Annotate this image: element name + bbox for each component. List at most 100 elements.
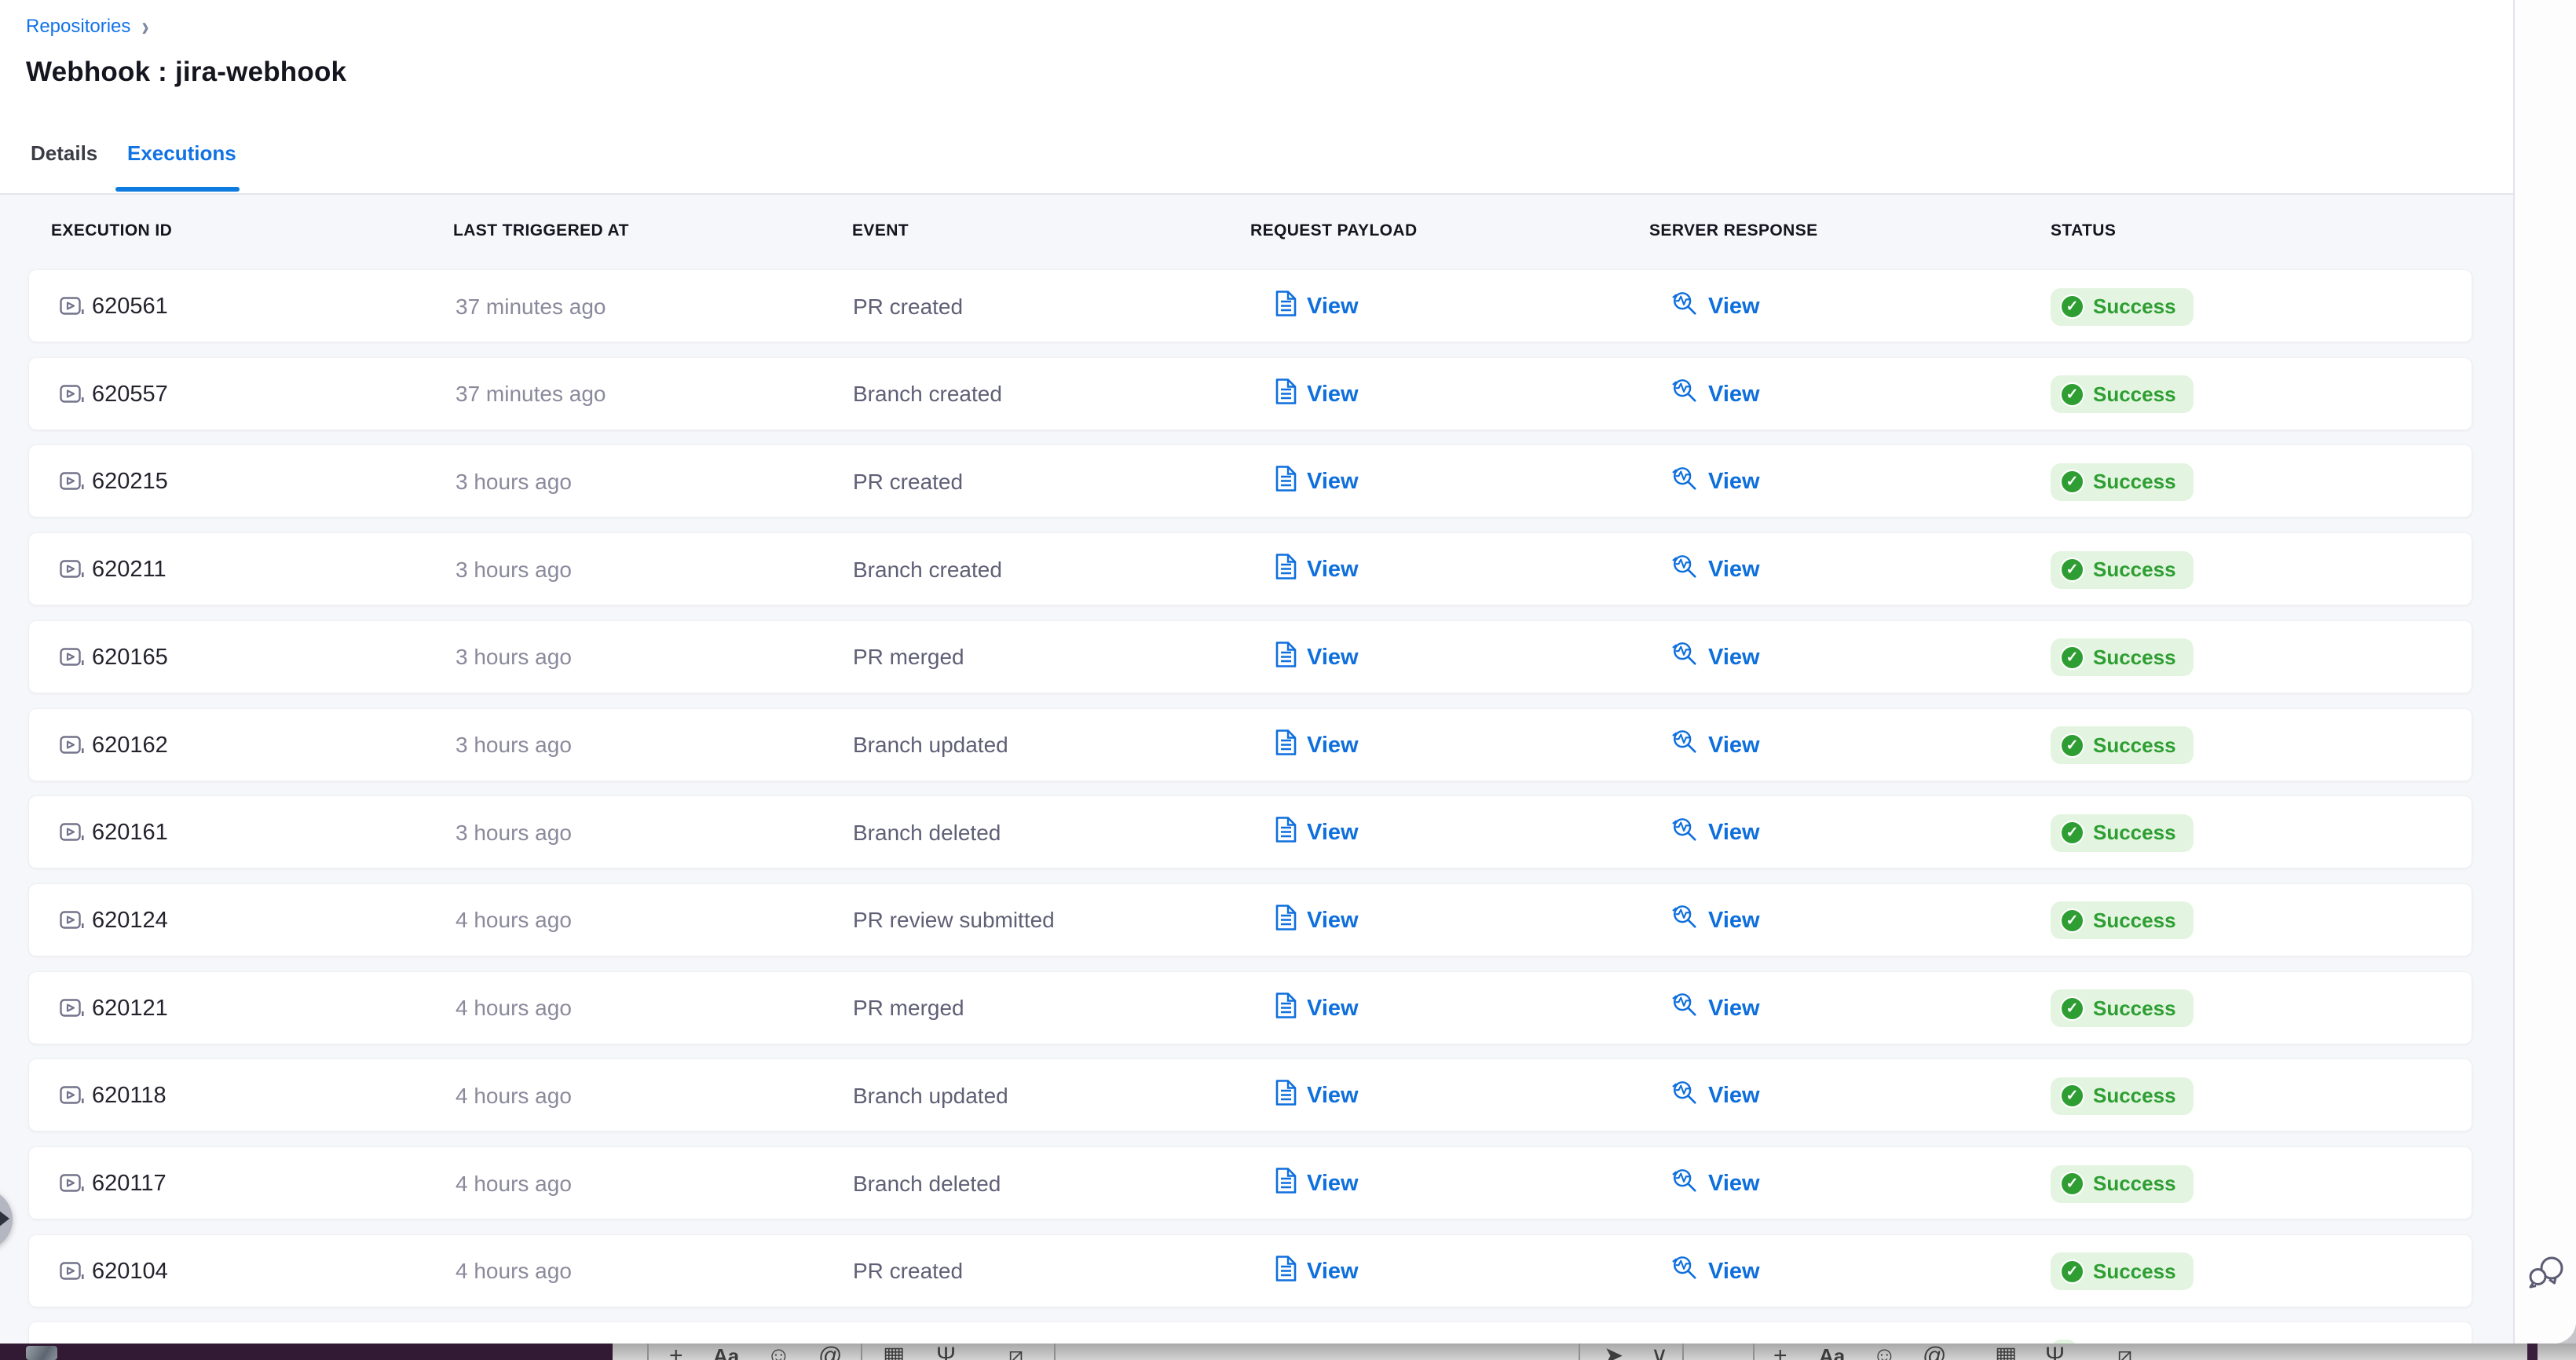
table-header-row: EXECUTION ID LAST TRIGGERED AT EVENT REQ… — [0, 195, 2513, 268]
last-triggered-at: 4 hours ago — [456, 1059, 572, 1132]
execution-icon — [60, 1235, 84, 1308]
document-icon — [1275, 1080, 1297, 1112]
page-header: Repositories › Webhook : jira-webhook De… — [0, 0, 2513, 193]
emoji-icon[interactable]: ☺ — [1872, 1344, 1897, 1360]
execution-id: 620124 — [92, 884, 168, 957]
send-icon[interactable]: ➤ — [1604, 1344, 1623, 1360]
view-label: View — [1708, 294, 1760, 320]
table-row: 620211 3 hours ago Branch created View V… — [28, 532, 2472, 605]
emoji-icon[interactable]: ☺ — [767, 1344, 791, 1360]
search-pulse-icon — [1671, 466, 1698, 499]
table-row-partial — [28, 1322, 2472, 1344]
view-label: View — [1307, 294, 1359, 320]
toolbar-divider — [1753, 1344, 1755, 1360]
search-pulse-icon — [1671, 641, 1698, 674]
execution-icon — [60, 972, 84, 1045]
code-icon[interactable]: ⧄ — [1008, 1344, 1023, 1360]
view-label: View — [1307, 382, 1359, 408]
view-label: View — [1307, 1083, 1359, 1109]
request-payload-view-link[interactable]: View — [1275, 445, 1359, 518]
request-payload-view-link[interactable]: View — [1275, 1147, 1359, 1220]
mention-icon[interactable]: @ — [818, 1344, 842, 1360]
app-window: Repositories › Webhook : jira-webhook De… — [0, 0, 2576, 1344]
right-rail — [2515, 0, 2576, 1344]
server-response-view-link[interactable]: View — [1671, 884, 1760, 957]
server-response-view-link[interactable]: View — [1671, 709, 1760, 782]
active-tab-underline — [115, 187, 240, 192]
check-icon: ✓ — [2060, 1259, 2084, 1284]
status-cell: ✓Success — [2051, 972, 2194, 1045]
image-icon[interactable]: ▦ — [1995, 1344, 2017, 1360]
plus-icon[interactable]: + — [669, 1344, 683, 1360]
mic-icon[interactable]: Ψ — [936, 1344, 956, 1360]
breadcrumb-repositories-link[interactable]: Repositories — [26, 16, 130, 38]
tab-executions[interactable]: Executions — [127, 141, 236, 166]
request-payload-view-link[interactable]: View — [1275, 796, 1359, 869]
view-label: View — [1307, 908, 1359, 934]
tab-details[interactable]: Details — [31, 141, 97, 166]
server-response-view-link[interactable]: View — [1671, 796, 1760, 869]
chevron-down-icon[interactable]: ∨ — [1651, 1344, 1668, 1360]
server-response-view-link[interactable]: View — [1671, 972, 1760, 1045]
check-icon: ✓ — [2060, 558, 2084, 582]
server-response-view-link[interactable]: View — [1671, 1235, 1760, 1308]
server-response-view-link[interactable]: View — [1671, 358, 1760, 431]
search-pulse-icon — [1671, 291, 1698, 324]
status-badge: ✓Success — [2051, 551, 2194, 589]
mic-icon[interactable]: Ψ — [2045, 1344, 2065, 1360]
request-payload-view-link[interactable]: View — [1275, 270, 1359, 343]
table-row: 620118 4 hours ago Branch updated View V… — [28, 1058, 2472, 1132]
server-response-view-link[interactable]: View — [1671, 533, 1760, 606]
view-label: View — [1708, 1083, 1760, 1109]
image-icon[interactable]: ▦ — [883, 1344, 905, 1360]
request-payload-view-link[interactable]: View — [1275, 1059, 1359, 1132]
col-execution-id: EXECUTION ID — [51, 221, 172, 240]
execution-id: 620121 — [92, 972, 168, 1045]
view-label: View — [1708, 469, 1760, 495]
document-icon — [1275, 554, 1297, 586]
request-payload-view-link[interactable]: View — [1275, 1235, 1359, 1308]
plus-icon[interactable]: + — [1773, 1344, 1787, 1360]
status-label: Success — [2093, 996, 2176, 1021]
server-response-view-link[interactable]: View — [1671, 1147, 1760, 1220]
event-label: Branch deleted — [853, 796, 1001, 869]
last-triggered-at: 3 hours ago — [456, 621, 572, 694]
col-last-triggered: LAST TRIGGERED AT — [453, 221, 629, 240]
status-badge: ✓Success — [2051, 901, 2194, 939]
status-label: Success — [2093, 1084, 2176, 1108]
event-label: Branch updated — [853, 1059, 1008, 1132]
view-label: View — [1307, 820, 1359, 846]
request-payload-view-link[interactable]: View — [1275, 621, 1359, 694]
request-payload-view-link[interactable]: View — [1275, 972, 1359, 1045]
execution-id: 620557 — [92, 358, 168, 431]
table-row: 620121 4 hours ago PR merged View View ✓… — [28, 971, 2472, 1044]
request-payload-view-link[interactable]: View — [1275, 533, 1359, 606]
request-payload-view-link[interactable]: View — [1275, 358, 1359, 431]
view-label: View — [1708, 908, 1760, 934]
server-response-view-link[interactable]: View — [1671, 445, 1760, 518]
execution-icon — [60, 1059, 84, 1132]
format-text-icon[interactable]: Aa — [713, 1344, 739, 1360]
chat-bubbles-icon[interactable] — [2527, 1255, 2567, 1291]
server-response-view-link[interactable]: View — [1671, 270, 1760, 343]
execution-icon — [60, 1147, 84, 1220]
last-triggered-at: 3 hours ago — [456, 796, 572, 869]
request-payload-view-link[interactable]: View — [1275, 884, 1359, 957]
request-payload-view-link[interactable]: View — [1275, 709, 1359, 782]
server-response-view-link[interactable]: View — [1671, 1059, 1760, 1132]
table-row: 620124 4 hours ago PR review submitted V… — [28, 883, 2472, 956]
format-text-icon[interactable]: Aa — [1819, 1344, 1845, 1360]
table-row: 620165 3 hours ago PR merged View View ✓… — [28, 620, 2472, 693]
status-badge: ✓Success — [2051, 814, 2194, 852]
chat-window-titlebar — [0, 1344, 613, 1360]
server-response-view-link[interactable]: View — [1671, 621, 1760, 694]
view-label: View — [1307, 1259, 1359, 1285]
mention-icon[interactable]: @ — [1923, 1344, 1946, 1360]
view-label: View — [1307, 469, 1359, 495]
code-icon[interactable]: ⧄ — [2117, 1344, 2132, 1360]
execution-icon — [60, 445, 84, 518]
status-cell: ✓Success — [2051, 445, 2194, 518]
check-icon: ✓ — [2060, 470, 2084, 494]
execution-id: 620561 — [92, 270, 168, 343]
last-triggered-at: 3 hours ago — [456, 445, 572, 518]
